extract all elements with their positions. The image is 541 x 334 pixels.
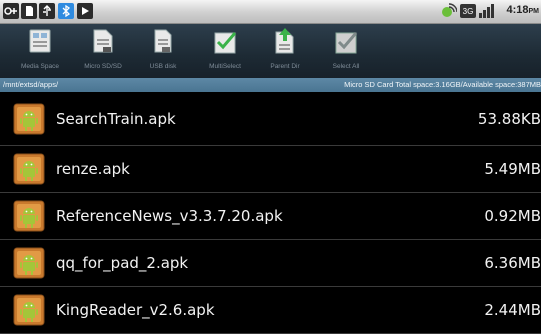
network-sync-icon [439, 3, 458, 19]
media-playing-icon [77, 3, 93, 19]
apk-file-icon [13, 103, 45, 135]
file-row[interactable]: renze.apk 5.49MB [0, 146, 541, 193]
file-size: 0.92MB [484, 207, 541, 225]
signal-strength-icon [478, 3, 496, 19]
clock-time: 4:18 [506, 4, 529, 16]
file-name: KingReader_v2.6.apk [56, 301, 215, 319]
current-path: /mnt/extsd/apps/ [3, 80, 59, 89]
bluetooth-icon [58, 3, 74, 19]
sd-card-icon [90, 27, 116, 55]
network-3g-icon: 3G [460, 3, 476, 19]
media-space-icon [27, 27, 53, 55]
toolbar-select-all-button[interactable]: Select All [322, 24, 370, 78]
status-bar: 3G 4:18PM [0, 0, 541, 24]
usb-connected-icon [39, 3, 55, 19]
toolbar-multiselect-button[interactable]: MultiSelect [198, 24, 252, 78]
toolbar-label: USB disk [149, 63, 177, 70]
svg-text:3G: 3G [463, 7, 474, 16]
file-size: 5.49MB [484, 160, 541, 178]
multiselect-check-icon [212, 27, 238, 55]
toolbar-label: Select All [332, 63, 360, 70]
toolbar-parent-dir-button[interactable]: Parent Dir [260, 24, 310, 78]
file-row[interactable]: KingReader_v2.6.apk 2.44MB [0, 287, 541, 334]
file-name: SearchTrain.apk [56, 109, 176, 128]
path-bar: /mnt/extsd/apps/ Micro SD Card Total spa… [0, 78, 541, 92]
usb-disk-icon [150, 27, 176, 55]
toolbar-media-space-button[interactable]: Media Space [10, 24, 70, 78]
toolbar-label: MultiSelect [209, 63, 241, 70]
file-size: 53.88KB [477, 109, 541, 128]
file-name: ReferenceNews_v3.3.7.20.apk [56, 207, 283, 225]
storage-info: Micro SD Card Total space:3.16GB/Availab… [344, 80, 541, 89]
apk-file-icon [13, 153, 45, 185]
toolbar-label: Micro SD/SD [84, 63, 122, 70]
file-row[interactable]: qq_for_pad_2.apk 6.36MB [0, 240, 541, 287]
apk-file-icon [13, 294, 45, 326]
file-row[interactable]: ReferenceNews_v3.3.7.20.apk 0.92MB [0, 193, 541, 240]
file-size: 6.36MB [484, 254, 541, 272]
apk-file-icon [13, 247, 45, 279]
file-name: renze.apk [56, 160, 130, 178]
apk-file-icon [13, 200, 45, 232]
file-name: qq_for_pad_2.apk [56, 254, 189, 272]
parent-dir-up-arrow-icon [272, 27, 298, 55]
usb-debugging-icon [3, 3, 19, 19]
toolbar-micro-sd-button[interactable]: Micro SD/SD [75, 24, 131, 78]
file-list: SearchTrain.apk 53.88KB renze.apk 5.49MB… [0, 92, 541, 334]
select-all-check-icon [333, 27, 359, 55]
sd-card-status-icon [21, 3, 37, 19]
toolbar-label: Parent Dir [270, 63, 300, 70]
file-size: 2.44MB [484, 301, 541, 319]
toolbar: Media Space Micro SD/SD USB disk MultiSe… [0, 24, 541, 78]
toolbar-usb-disk-button[interactable]: USB disk [138, 24, 188, 78]
toolbar-label: Media Space [21, 63, 59, 70]
status-clock: 4:18PM [506, 4, 539, 16]
clock-ampm: PM [528, 8, 540, 15]
file-row[interactable]: SearchTrain.apk 53.88KB [0, 92, 541, 146]
